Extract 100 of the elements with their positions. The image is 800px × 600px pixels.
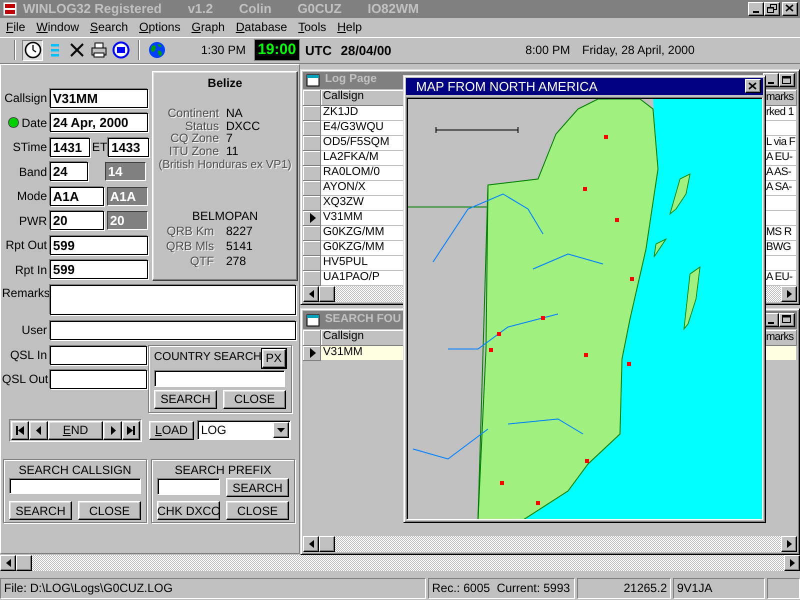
maximize-button[interactable]: [779, 312, 795, 327]
dx-time: 8:00 PM: [525, 43, 570, 58]
qsl-in-field[interactable]: [50, 346, 147, 365]
close-button[interactable]: [782, 2, 798, 16]
group-button[interactable]: SEARCH: [226, 478, 289, 498]
rpt-in-field[interactable]: 599: [50, 260, 148, 280]
scroll-right-button[interactable]: [781, 536, 797, 552]
local-time: 1:30 PM: [201, 43, 246, 58]
end-button[interactable]: END: [48, 420, 103, 440]
distance-value: 8227: [226, 224, 254, 240]
last-button[interactable]: [122, 420, 140, 440]
scroll-left-button[interactable]: [303, 536, 319, 552]
mode-readout: A1A: [107, 186, 148, 206]
menu-item[interactable]: Search: [90, 20, 128, 35]
prefix-search-field[interactable]: [157, 478, 220, 496]
field-label: Rpt Out: [4, 238, 48, 253]
group-title: COUNTRY SEARCH: [154, 351, 262, 366]
field-label: Callsign: [3, 91, 48, 106]
distance-label: QRB Mls: [165, 239, 214, 254]
field-label: Date: [22, 116, 47, 130]
menu-item[interactable]: Tools: [298, 20, 326, 35]
scroll-left-button[interactable]: [303, 286, 319, 302]
group-button[interactable]: CHK DXCC: [157, 501, 220, 520]
px-button[interactable]: PX: [262, 348, 286, 368]
row-header[interactable]: [303, 346, 321, 361]
load-button[interactable]: LOAD: [149, 420, 194, 440]
distance-label: QRB Km: [166, 224, 214, 240]
callsign-field[interactable]: V31MM: [50, 88, 148, 108]
triangle-right-icon: [790, 559, 794, 568]
menu-item[interactable]: Database: [236, 20, 288, 35]
distance-label: QTF: [189, 254, 214, 270]
group-button[interactable]: CLOSE: [78, 501, 141, 520]
fact-value: 11: [226, 144, 240, 158]
menu-item[interactable]: Window: [36, 20, 80, 35]
scroll-right-button[interactable]: [784, 555, 800, 572]
window-title: SEARCH FOU: [325, 312, 402, 327]
group-button[interactable]: CLOSE: [226, 501, 289, 520]
scroll-thumb[interactable]: [319, 286, 335, 302]
status-panel: 9V1JA: [673, 578, 765, 600]
maximize-button[interactable]: [779, 73, 795, 88]
group-button[interactable]: CLOSE: [223, 390, 286, 409]
status-panel: File: D:\LOG\Logs\G0CUZ.LOG: [0, 578, 426, 600]
first-button[interactable]: [11, 420, 29, 440]
delete-icon: [68, 41, 86, 60]
window-icon: [305, 312, 321, 327]
distance-value: 5141: [226, 239, 254, 254]
start-time-field[interactable]: 1431: [50, 138, 90, 157]
close-icon: [748, 82, 758, 91]
triangle-right-icon: [786, 290, 792, 298]
triangle-left-icon: [308, 540, 314, 548]
scroll-thumb[interactable]: [16, 555, 32, 572]
field-label: ET: [92, 140, 108, 155]
group-button[interactable]: SEARCH: [154, 390, 217, 409]
pwr-readout: 20: [107, 211, 148, 230]
skip-start-icon: [15, 424, 25, 436]
remarks-field[interactable]: [50, 284, 296, 315]
band-field[interactable]: 24: [50, 162, 88, 182]
restore-icon: [767, 4, 777, 14]
maximize-icon: [782, 315, 792, 324]
user-field[interactable]: [50, 320, 296, 340]
skip-end-icon: [126, 424, 136, 436]
qsl-out-field[interactable]: [50, 370, 147, 389]
fact-value: NA: [226, 107, 244, 120]
minimize-icon: [768, 82, 774, 84]
end-time-field[interactable]: 1433: [108, 138, 150, 157]
restore-button[interactable]: [764, 2, 780, 16]
scroll-thumb[interactable]: [319, 536, 335, 552]
next-button[interactable]: [103, 420, 122, 440]
field-label: Mode: [16, 189, 48, 204]
scroll-right-button[interactable]: [781, 286, 797, 302]
clock-tool[interactable]: [22, 40, 43, 61]
window-icon: [305, 73, 321, 88]
pwr-field[interactable]: 20: [50, 211, 104, 230]
fact-value: DXCC: [226, 120, 262, 132]
menu-item[interactable]: Help: [337, 20, 362, 35]
country-name: Belize: [208, 76, 242, 90]
date-field[interactable]: 24 Apr, 2000: [50, 113, 148, 132]
callsign-search-field[interactable]: [9, 478, 141, 494]
menu-item[interactable]: Options: [139, 20, 180, 35]
maximize-icon: [782, 76, 792, 85]
utc-date: 28/04/00: [340, 42, 392, 58]
triangle-left-icon: [6, 559, 10, 568]
close-button[interactable]: [745, 79, 761, 94]
minimize-button[interactable]: [748, 2, 764, 16]
log-select[interactable]: LOG: [197, 420, 291, 440]
country-search-field[interactable]: [154, 370, 285, 387]
menu-item[interactable]: File: [6, 20, 26, 35]
group-button[interactable]: SEARCH: [9, 501, 72, 520]
utc-label: UTC: [305, 42, 332, 58]
globe-tool[interactable]: [146, 40, 167, 61]
row-header[interactable]: [303, 210, 321, 226]
scroll-left-button[interactable]: [0, 555, 16, 572]
column-header: marks: [765, 90, 797, 106]
horizontal-scrollbar[interactable]: [0, 555, 800, 572]
rpt-out-field[interactable]: 599: [50, 236, 148, 255]
previous-button[interactable]: [29, 420, 48, 440]
horizontal-scrollbar[interactable]: [303, 536, 797, 552]
menu-item[interactable]: Graph: [191, 20, 225, 35]
window-title: WINLOG32 Registered: [23, 1, 162, 17]
mode-field[interactable]: A1A: [50, 186, 104, 206]
